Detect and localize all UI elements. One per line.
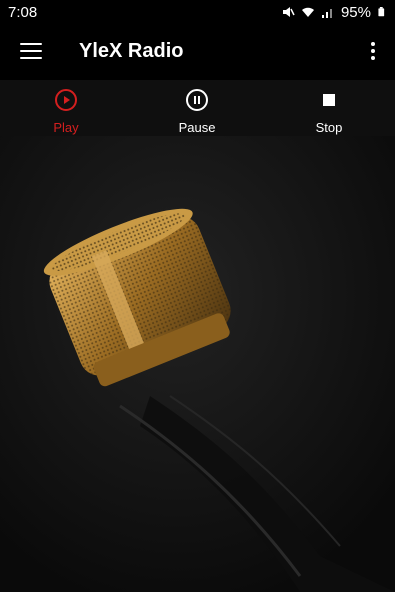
mute-icon [282,7,295,17]
app-title: YleX Radio [79,40,184,62]
status-time: 7:08 [8,3,38,21]
pause-label: Pause [178,120,216,135]
microphone-background-image [0,136,395,592]
stop-label: Stop [315,120,343,135]
stop-icon [323,94,335,106]
status-icons: 95% [281,4,387,21]
play-circle-icon [55,89,77,111]
stop-button[interactable]: Stop [289,88,369,135]
battery-icon [378,7,385,17]
status-bar: 7:08 95% [0,0,395,24]
app-bar: YleX Radio [0,24,395,80]
battery-percent: 95% [340,3,371,21]
player-controls: Play Pause Stop [0,80,395,136]
pause-circle-icon [186,89,208,111]
pause-button[interactable]: Pause [157,88,237,135]
overflow-menu-icon[interactable] [369,42,377,64]
play-button[interactable]: Play [26,88,106,135]
play-label: Play [53,120,79,135]
hamburger-menu-icon[interactable] [20,43,42,61]
wifi-icon [301,7,314,17]
signal-icon [321,9,332,18]
